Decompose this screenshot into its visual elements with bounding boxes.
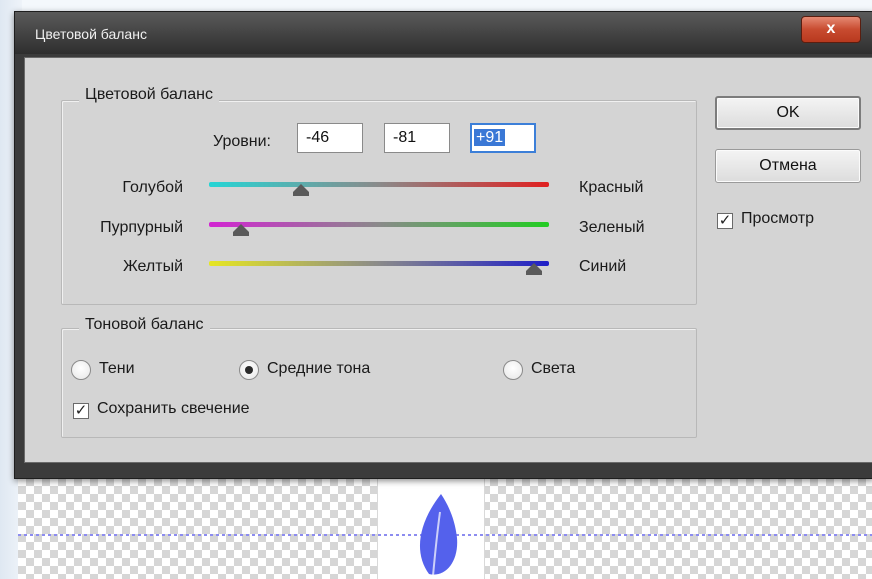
radio-label-midtones[interactable]: Средние тона [267,360,370,378]
color-balance-dialog: Цветовой баланс x Цветовой баланс Уровни… [14,11,872,479]
preserve-luminosity-checkbox[interactable]: ✓ [73,403,89,419]
slider-track-magenta-green[interactable] [209,222,549,227]
slider-right-label-green: Зеленый [579,219,645,236]
ok-button[interactable]: OK [715,96,861,130]
checkmark-icon: ✓ [74,402,88,419]
dialog-body: Цветовой баланс Уровни: -46 -81 +91 Голу… [24,57,872,463]
slider-left-label-yellow: Желтый [122,258,183,275]
radio-shadows[interactable] [71,360,91,380]
slider-thumb-cyan-red[interactable] [292,184,309,196]
slider-thumb-yellow-blue[interactable] [525,263,542,275]
preview-checkbox[interactable]: ✓ [717,213,733,229]
slider-right-label-blue: Синий [579,258,627,275]
title-bar[interactable]: Цветовой баланс x [15,12,872,54]
radio-label-shadows[interactable]: Тени [99,360,135,378]
radio-highlights[interactable] [503,360,523,380]
preserve-luminosity-label[interactable]: Сохранить свечение [97,400,250,418]
preview-label[interactable]: Просмотр [741,210,814,228]
slider-left-label-cyan: Голубой [122,179,183,196]
radio-selected-dot [245,366,253,374]
slider-track-yellow-blue[interactable] [209,261,549,266]
level-input-cyan-red[interactable]: -46 [297,123,363,153]
close-button[interactable]: x [801,16,861,43]
dialog-title: Цветовой баланс [35,26,147,42]
level-input-magenta-green[interactable]: -81 [384,123,450,153]
radio-midtones[interactable] [239,360,259,380]
levels-label: Уровни: [213,133,271,150]
radio-label-highlights[interactable]: Света [531,360,575,378]
color-balance-group-title: Цветовой баланс [79,86,219,104]
cancel-button[interactable]: Отмена [715,149,861,183]
level-input-selection: +91 [474,129,506,146]
level-input-yellow-blue[interactable]: +91 [470,123,536,153]
slider-right-label-red: Красный [579,179,644,196]
slider-left-label-magenta: Пурпурный [100,219,183,236]
tone-balance-group [61,328,697,438]
tone-balance-group-title: Тоновой баланс [79,316,210,334]
slider-thumb-magenta-green[interactable] [233,224,250,236]
checkmark-icon: ✓ [718,212,732,229]
slider-track-cyan-red[interactable] [209,182,549,187]
leaf-icon [419,494,458,577]
